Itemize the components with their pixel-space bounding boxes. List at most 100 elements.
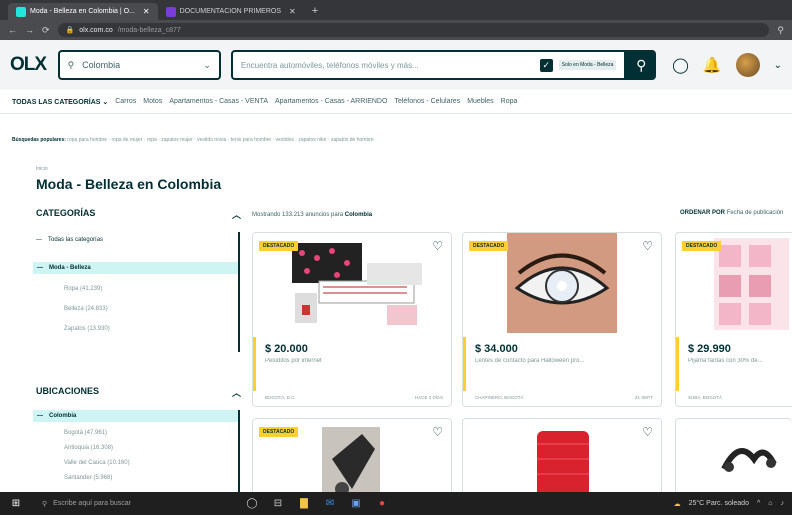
listing-card[interactable]: DESTACADO ♡ bbox=[252, 418, 452, 498]
sort-dropdown[interactable]: ORDENAR POR Fecha de publicación bbox=[680, 210, 783, 216]
listing-card[interactable] bbox=[675, 418, 792, 498]
heart-icon[interactable]: ♡ bbox=[642, 239, 653, 253]
location-link[interactable]: Santander (5.968) bbox=[64, 475, 112, 481]
page-title: Moda - Belleza en Colombia bbox=[36, 176, 222, 192]
category-link[interactable]: Apartamentos - Casas - VENTA bbox=[169, 98, 268, 105]
listing-price: $ 29.990 bbox=[688, 343, 731, 355]
listing-meta: BOGOTÁ, D.C. HACE 3 DÍAS bbox=[265, 395, 443, 400]
taskbar-search-input[interactable]: ⚲ Escribe aquí para buscar bbox=[34, 495, 234, 512]
subcategory-link[interactable]: Zapatos (13.930) bbox=[64, 326, 110, 332]
popular-link[interactable]: vestido novia bbox=[197, 137, 226, 143]
heart-icon[interactable]: ♡ bbox=[642, 425, 653, 439]
task-view-icon[interactable]: ◯ bbox=[244, 497, 260, 511]
location-link[interactable]: Bogotá (47.961) bbox=[64, 430, 107, 436]
sidebar-divider bbox=[238, 232, 240, 352]
bell-icon[interactable]: 🔔 bbox=[703, 56, 722, 74]
popular-link[interactable]: ropa para hombre bbox=[67, 137, 107, 143]
listing-price: $ 20.000 bbox=[265, 343, 308, 355]
search-button[interactable]: ⚲ bbox=[626, 50, 657, 80]
popular-link[interactable]: ropa bbox=[147, 137, 157, 143]
store-icon[interactable]: ▣ bbox=[348, 497, 364, 511]
avatar[interactable] bbox=[735, 53, 760, 77]
search-icon: ⚲ bbox=[42, 500, 48, 508]
selected-location[interactable]: — Colombia bbox=[33, 410, 238, 422]
search-input[interactable]: Encuentra automóviles, teléfonos móviles… bbox=[230, 50, 627, 80]
key-icon[interactable]: ⚲ bbox=[777, 25, 784, 36]
listing-meta: CHAPINERO, BOGOTÁ 21 SEPT bbox=[475, 395, 653, 400]
chevron-up-icon: ︿ bbox=[231, 210, 241, 220]
location-link[interactable]: Valle del Cauca (10.160) bbox=[64, 460, 130, 466]
category-link[interactable]: Carros bbox=[115, 98, 136, 105]
search-icon: ⚲ bbox=[67, 59, 75, 70]
location-link[interactable]: Antioquia (16.308) bbox=[64, 445, 113, 451]
doc-favicon-icon bbox=[165, 6, 176, 17]
checkbox-icon[interactable]: ✓ bbox=[539, 58, 553, 72]
popular-link[interactable]: ropa de mujer bbox=[112, 137, 143, 143]
popular-link[interactable]: zapatos nike bbox=[298, 137, 326, 143]
category-link[interactable]: Apartamentos - Casas - ARRIENDO bbox=[275, 98, 387, 105]
weather-text[interactable]: 25°C Parc. soleado bbox=[689, 500, 749, 507]
url-field[interactable]: 🔒 olx.com.co/moda-belleza_c877 bbox=[57, 23, 770, 37]
listing-title: Lentes de contacto para Halloween pro... bbox=[475, 358, 585, 364]
category-link[interactable]: Teléfonos - Celulares bbox=[394, 98, 460, 105]
chrome-icon[interactable]: ● bbox=[374, 497, 390, 511]
site-header: OLX ⚲ Colombia ⌄ Encuentra automóviles, … bbox=[0, 40, 792, 90]
featured-badge: DESTACADO bbox=[682, 241, 722, 251]
olx-logo[interactable]: OLX bbox=[10, 54, 48, 76]
chevron-down-icon[interactable]: ⌄ bbox=[774, 60, 782, 71]
all-categories-dropdown[interactable]: TODAS LAS CATEGORÍAS ⌄ bbox=[12, 98, 108, 106]
close-tab-icon[interactable]: ✕ bbox=[143, 7, 150, 16]
network-icon[interactable]: ⌂ bbox=[768, 500, 772, 507]
url-host: olx.com.co bbox=[79, 26, 113, 34]
popular-link[interactable]: tenis para hombre bbox=[231, 137, 271, 143]
subcategory-link[interactable]: Ropa (41.239) bbox=[64, 286, 102, 292]
category-link[interactable]: Ropa bbox=[501, 98, 518, 105]
volume-icon[interactable]: ♪ bbox=[781, 500, 785, 507]
tab-title: DOCUMENTACION PRIMEROS bbox=[179, 8, 281, 15]
popular-link[interactable]: zapatos mujer bbox=[161, 137, 192, 143]
listing-card[interactable]: DESTACADO $ 29.990 Pijama fantas con 30%… bbox=[675, 232, 792, 407]
mail-icon[interactable]: ✉ bbox=[322, 497, 338, 511]
close-tab-icon[interactable]: ✕ bbox=[289, 7, 296, 16]
file-explorer-icon[interactable]: ▇ bbox=[296, 497, 312, 511]
heart-icon[interactable]: ♡ bbox=[432, 239, 443, 253]
popular-link[interactable]: zapatos de hombre bbox=[331, 137, 374, 143]
selected-category[interactable]: — Moda - Belleza bbox=[33, 262, 238, 274]
category-link[interactable]: Motos bbox=[143, 98, 162, 105]
browser-tab-moda[interactable]: Moda - Belleza en Colombia | O... ✕ bbox=[8, 3, 158, 20]
featured-badge: DESTACADO bbox=[469, 241, 509, 251]
locations-heading[interactable]: UBICACIONES ︿ bbox=[36, 386, 241, 399]
heart-icon[interactable]: ♡ bbox=[432, 425, 443, 439]
browser-tab-documentacion[interactable]: DOCUMENTACION PRIMEROS ✕ bbox=[158, 3, 304, 20]
listing-meta: SUBA, BOGOTÁ bbox=[688, 395, 723, 400]
chat-icon[interactable]: ◯ bbox=[672, 56, 689, 74]
listing-card[interactable]: DESTACADO ♡ $ 34.000 Lentes de contacto … bbox=[462, 232, 662, 407]
listing-title: Peluditos por internet bbox=[265, 358, 322, 364]
featured-stripe bbox=[463, 337, 466, 391]
listing-card[interactable]: ♡ bbox=[462, 418, 662, 498]
windows-start-icon[interactable]: ⊞ bbox=[8, 497, 24, 511]
all-categories-link[interactable]: — Todas las categorías bbox=[36, 237, 103, 243]
popular-link[interactable]: vestidos bbox=[276, 137, 294, 143]
category-link[interactable]: Muebles bbox=[467, 98, 493, 105]
forward-icon[interactable]: → bbox=[25, 25, 34, 35]
categories-heading[interactable]: CATEGORÍAS ︿ bbox=[36, 208, 241, 221]
category-nav: TODAS LAS CATEGORÍAS ⌄ Carros Motos Apar… bbox=[0, 90, 792, 114]
subcategory-link[interactable]: Belleza (24.833) bbox=[64, 306, 108, 312]
results-count: Mostrando 133.213 anuncios para Colombia bbox=[252, 212, 373, 218]
widgets-icon[interactable]: ⊟ bbox=[270, 497, 286, 511]
new-tab-button[interactable]: + bbox=[304, 3, 326, 20]
lock-icon: 🔒 bbox=[65, 27, 75, 34]
back-icon[interactable]: ← bbox=[8, 25, 17, 35]
taskbar: ⊞ ⚲ Escribe aquí para buscar ◯ ⊟ ▇ ✉ ▣ ●… bbox=[0, 492, 792, 515]
reload-icon[interactable]: ⟳ bbox=[42, 25, 50, 36]
location-select[interactable]: ⚲ Colombia ⌄ bbox=[57, 50, 221, 80]
featured-badge: DESTACADO bbox=[259, 427, 299, 437]
listing-card[interactable]: DESTACADO ♡ $ 20.000 Peluditos por inter… bbox=[252, 232, 452, 407]
search-in-category: Solo en Moda - Belleza bbox=[558, 60, 617, 70]
listing-title: Pijama fantas con 30% de... bbox=[688, 358, 763, 364]
search-placeholder: Encuentra automóviles, teléfonos móviles… bbox=[240, 60, 419, 70]
chevron-up-icon[interactable]: ^ bbox=[757, 500, 760, 507]
chevron-down-icon: ⌄ bbox=[203, 59, 211, 70]
breadcrumb[interactable]: Inicio bbox=[36, 166, 48, 172]
